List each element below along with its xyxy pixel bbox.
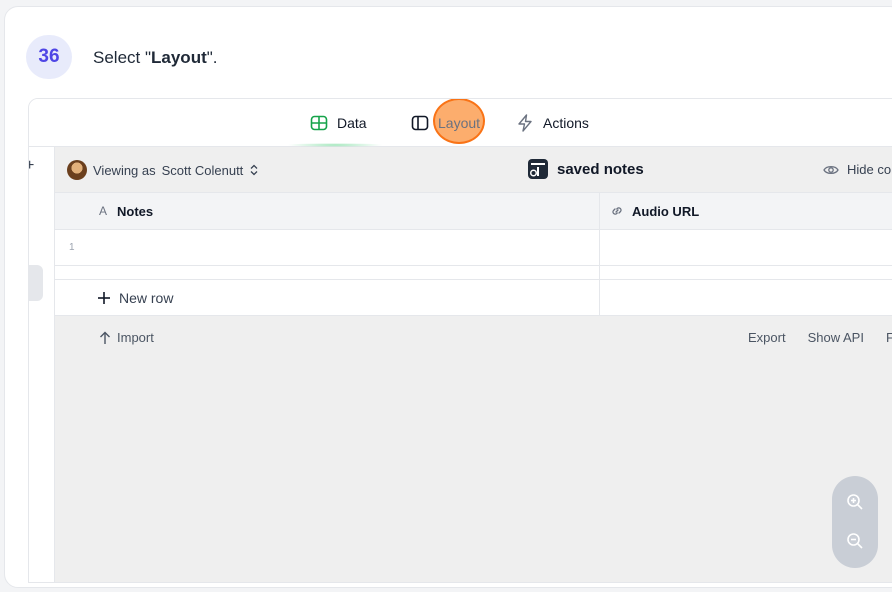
lightning-icon: [518, 114, 532, 132]
eye-icon: [823, 165, 839, 174]
truncated-footer-button[interactable]: F: [886, 330, 892, 345]
spacer-cell-notes: [55, 266, 600, 279]
footer-actions: Export Show API F: [748, 330, 892, 345]
text-type-icon: A: [99, 204, 108, 218]
app-screenshot: Data Layout Actions +: [28, 98, 892, 583]
column-header-audio-url[interactable]: Audio URL: [600, 193, 892, 229]
cell-notes[interactable]: 1: [55, 230, 600, 265]
table-title: saved notes: [527, 158, 644, 180]
left-rail: +: [29, 147, 55, 582]
tab-layout[interactable]: Layout: [410, 112, 480, 134]
table-icon: [310, 115, 328, 131]
avatar: [67, 160, 87, 180]
grid-spacer-row: [55, 266, 892, 280]
new-row-filler: [600, 280, 892, 315]
data-editor: Viewing as Scott Colenutt saved notes Hi…: [55, 147, 892, 582]
viewing-as-prefix: Viewing as: [93, 162, 156, 178]
editor-header: Viewing as Scott Colenutt saved notes Hi…: [55, 147, 892, 193]
import-button[interactable]: Import: [99, 330, 154, 345]
viewing-as-user: Scott Colenutt: [161, 162, 244, 178]
rail-selected-item[interactable]: [29, 265, 43, 301]
arrow-up-icon: [100, 331, 110, 344]
table-row[interactable]: 1: [55, 230, 892, 266]
builder-tab-bar: Data Layout Actions: [29, 99, 892, 147]
tutorial-card: 36 Select "Layout". Data Layout Actions …: [4, 6, 892, 588]
zoom-out-icon[interactable]: [845, 531, 865, 551]
column-header-notes[interactable]: A Notes: [55, 193, 600, 229]
plus-icon: [98, 291, 110, 304]
zoom-in-icon[interactable]: [845, 492, 865, 512]
step-number-badge: 36: [26, 35, 72, 79]
table-title-text: saved notes: [557, 160, 644, 178]
new-row-label: New row: [119, 289, 174, 306]
data-grid: A Notes Audio URL 1 New row: [55, 193, 892, 316]
instruction-prefix: Select ": [93, 48, 152, 67]
chevron-up-down-icon: [250, 164, 258, 176]
new-row-button[interactable]: New row: [55, 280, 600, 315]
show-api-button[interactable]: Show API: [808, 330, 864, 345]
column-label-audio-url: Audio URL: [632, 203, 700, 219]
tab-actions-label: Actions: [543, 115, 589, 131]
export-button[interactable]: Export: [748, 330, 786, 345]
cell-audio-url[interactable]: [600, 230, 892, 265]
column-label-notes: Notes: [117, 203, 154, 219]
row-number: 1: [69, 242, 75, 253]
instruction-target: Layout: [151, 48, 207, 67]
grid-footer: Import Export Show API F: [55, 330, 892, 354]
table-sync-icon: [528, 159, 548, 179]
tab-data[interactable]: Data: [309, 112, 367, 134]
tab-data-label: Data: [337, 115, 367, 131]
instruction-suffix: ".: [206, 48, 218, 67]
step-instruction: Select "Layout".: [93, 48, 218, 68]
viewing-as-selector[interactable]: Viewing as Scott Colenutt: [67, 160, 259, 180]
hide-columns-label: Hide co: [847, 162, 892, 177]
grid-header-row: A Notes Audio URL: [55, 193, 892, 230]
tab-actions[interactable]: Actions: [515, 112, 589, 134]
spacer-cell-audio-url: [600, 266, 892, 279]
hide-columns-button[interactable]: Hide co: [823, 162, 891, 177]
new-row-row: New row: [55, 280, 892, 316]
tab-layout-label: Layout: [438, 115, 481, 131]
link-icon: [612, 207, 622, 215]
add-icon[interactable]: +: [29, 157, 34, 175]
import-label: Import: [117, 330, 154, 345]
layout-icon: [411, 115, 429, 131]
zoom-controls: [832, 476, 878, 568]
